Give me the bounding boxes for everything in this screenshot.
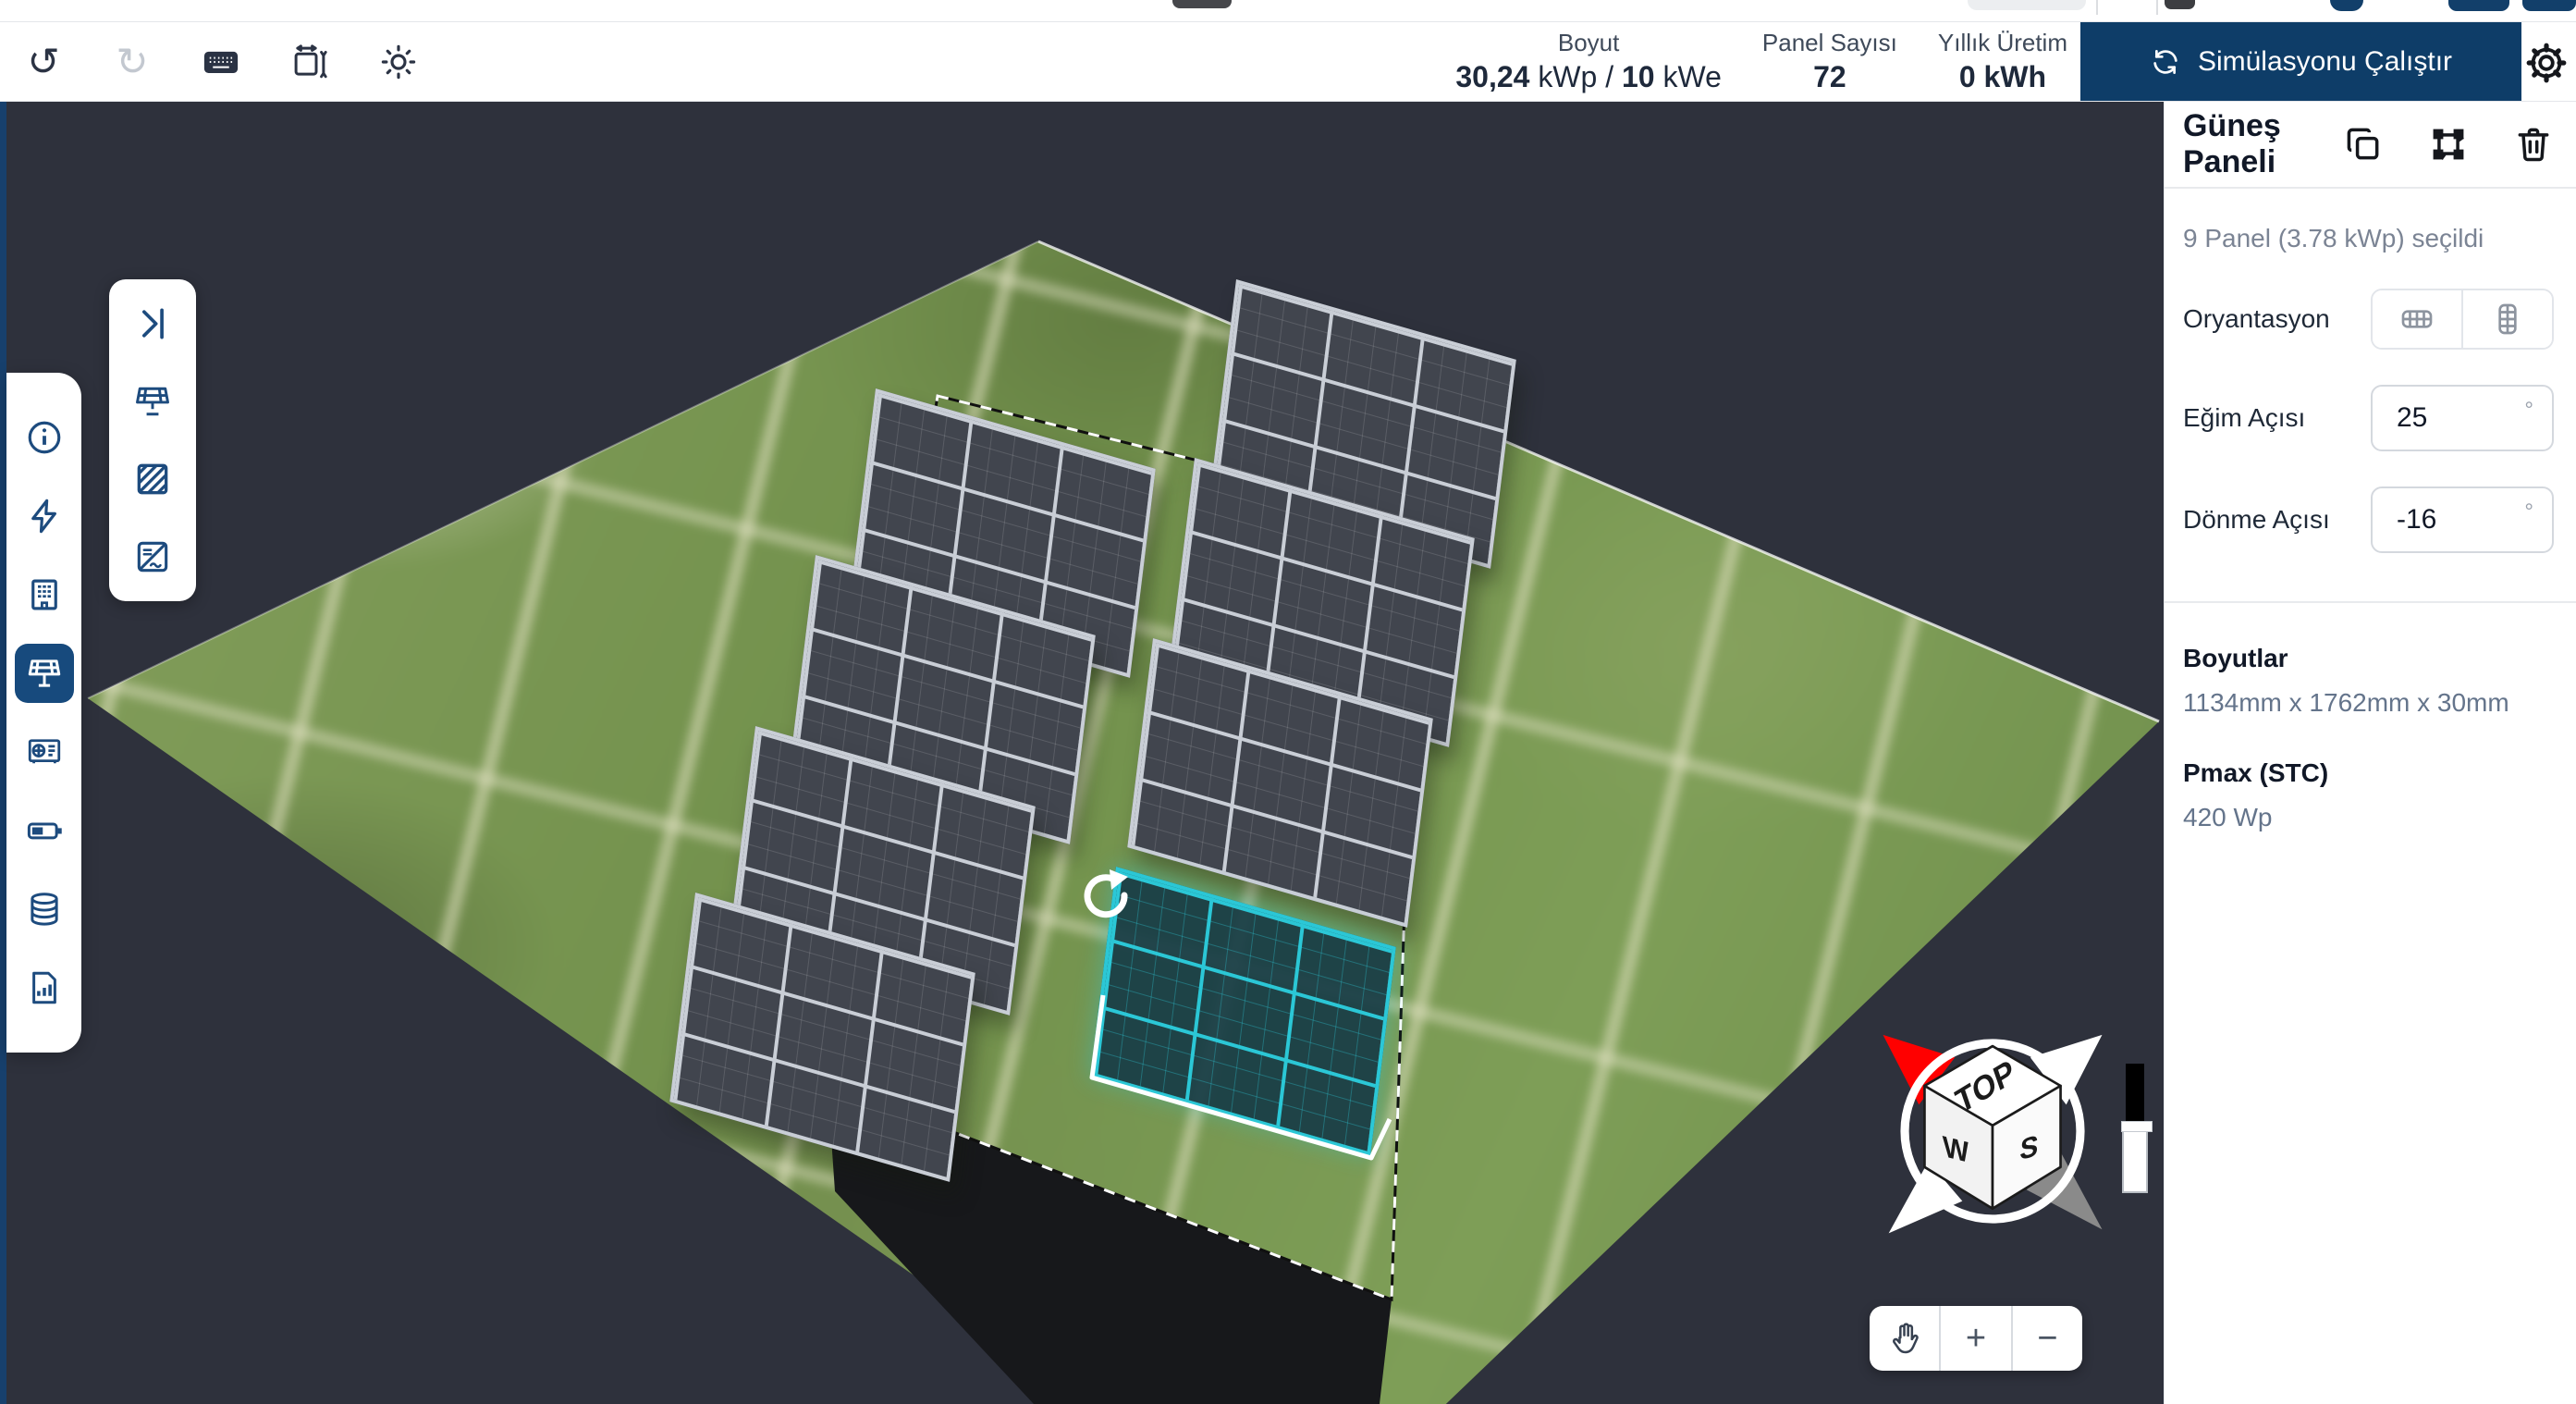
- database-icon[interactable]: [15, 880, 74, 939]
- pmax-label: Pmax (STC): [2183, 758, 2554, 788]
- solar-panel-icon[interactable]: [15, 644, 74, 703]
- battery-icon[interactable]: [15, 801, 74, 860]
- elevation-slider[interactable]: [2119, 1064, 2151, 1193]
- browser-button-fragment: [2448, 0, 2509, 11]
- orientation-portrait-icon[interactable]: [2463, 290, 2552, 348]
- left-sidebar: [6, 373, 81, 1053]
- dimension-icon[interactable]: [288, 41, 331, 83]
- building-icon[interactable]: [15, 565, 74, 624]
- zoom-controls: + −: [1870, 1306, 2082, 1371]
- stat-yearly-yield-label: Yıllık Üretim: [1938, 28, 2067, 58]
- slider-thumb[interactable]: [2122, 1121, 2148, 1193]
- undo-icon[interactable]: ↺: [22, 41, 65, 83]
- divider: [2165, 601, 2576, 603]
- orientation-landscape-icon[interactable]: [2373, 290, 2463, 348]
- inverter-square-icon[interactable]: [127, 531, 178, 583]
- zoom-out-button[interactable]: −: [2013, 1306, 2082, 1371]
- browser-pill-fragment: [1968, 0, 2086, 10]
- solar-design-app: ↺ ↻: [0, 0, 2576, 1404]
- dimensions-value: 1134mm x 1762mm x 30mm: [2183, 688, 2554, 718]
- view-cube[interactable]: TOP W S: [1860, 999, 2125, 1263]
- stat-panel-count: Panel Sayısı 72: [1762, 28, 1897, 95]
- browser-button-fragment: [2165, 0, 2195, 9]
- info-icon[interactable]: [15, 408, 74, 467]
- trash-icon[interactable]: [2513, 124, 2554, 165]
- browser-tab-fragment: [1172, 0, 1232, 8]
- browser-strip: [0, 0, 2576, 21]
- panel-title: Güneş Paneli: [2183, 108, 2343, 180]
- left-edge-accent: [0, 102, 6, 1404]
- project-stats: Boyut 30,24 kWp / 10 kWe Panel Sayısı 72…: [1455, 22, 2067, 101]
- stat-panel-count-value: 72: [1813, 58, 1846, 95]
- stat-yearly-yield-value: 0 kWh: [1959, 58, 2046, 95]
- keyboard-icon[interactable]: [200, 41, 242, 83]
- viewport-3d[interactable]: TOP W S + −: [0, 102, 2164, 1404]
- orientation-label: Oryantasyon: [2183, 304, 2330, 334]
- solar-panel-icon[interactable]: [127, 376, 178, 427]
- stat-size: Boyut 30,24 kWp / 10 kWe: [1455, 28, 1722, 95]
- properties-panel: Güneş Paneli 9 Panel (3.78 kWp) seçildi …: [2164, 102, 2576, 1404]
- stat-yearly-yield: Yıllık Üretim 0 kWh: [1938, 28, 2067, 95]
- main-toolbar: ↺ ↻: [0, 21, 2576, 102]
- energy-icon[interactable]: [15, 486, 74, 546]
- inverter-icon[interactable]: [15, 722, 74, 782]
- brightness-icon[interactable]: [377, 41, 420, 83]
- divider: [2165, 187, 2576, 189]
- keepout-zone-icon[interactable]: [127, 453, 178, 505]
- run-simulation-button[interactable]: Simülasyonu Çalıştır: [2080, 22, 2521, 101]
- orientation-toggle: [2371, 289, 2554, 350]
- browser-avatar-fragment: [2330, 0, 2363, 11]
- gear-icon[interactable]: [2524, 41, 2569, 85]
- stat-size-label: Boyut: [1558, 28, 1620, 58]
- stat-panel-count-label: Panel Sayısı: [1762, 28, 1897, 58]
- degree-unit: °: [2524, 499, 2533, 525]
- collapse-icon[interactable]: [127, 298, 178, 350]
- run-simulation-label: Simülasyonu Çalıştır: [2198, 46, 2452, 78]
- pan-hand-icon[interactable]: [1870, 1306, 1941, 1371]
- slider-track: [2126, 1064, 2144, 1123]
- cube-south-label: S: [2018, 1129, 2039, 1167]
- dimensions-label: Boyutlar: [2183, 644, 2554, 673]
- selection-summary: 9 Panel (3.78 kWp) seçildi: [2183, 224, 2554, 253]
- redo-icon[interactable]: ↻: [111, 41, 153, 83]
- zoom-in-button[interactable]: +: [1941, 1306, 2012, 1371]
- tilt-angle-label: Eğim Açısı: [2183, 403, 2305, 433]
- refresh-icon: [2150, 46, 2181, 78]
- canvas-toolbar: [109, 279, 196, 601]
- stat-size-value: 30,24 kWp / 10 kWe: [1455, 58, 1722, 95]
- browser-button-fragment: [2522, 0, 2576, 11]
- browser-divider: [2156, 0, 2158, 15]
- copy-icon[interactable]: [2343, 124, 2384, 165]
- degree-unit: °: [2524, 398, 2533, 424]
- browser-divider: [2096, 0, 2098, 15]
- rotate-handle-icon[interactable]: [1071, 858, 1145, 932]
- transform-icon[interactable]: [2428, 124, 2469, 165]
- report-icon[interactable]: [15, 958, 74, 1017]
- azimuth-angle-label: Dönme Açısı: [2183, 505, 2330, 535]
- pmax-value: 420 Wp: [2183, 803, 2554, 832]
